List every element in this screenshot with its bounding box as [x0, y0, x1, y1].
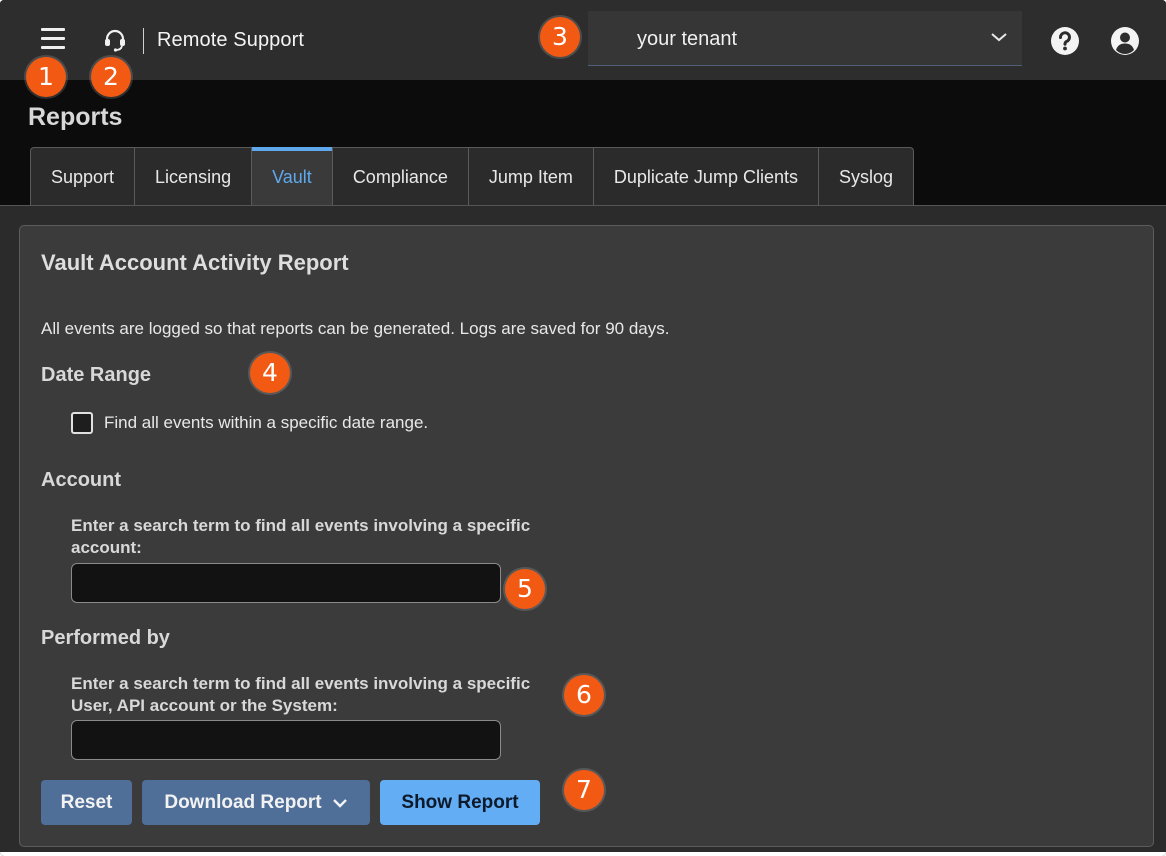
performed-by-search-input[interactable]: [71, 720, 501, 760]
callout-marker-1: 1: [26, 57, 66, 97]
callout-marker-7: 7: [564, 770, 604, 810]
tab-syslog[interactable]: Syslog: [819, 148, 913, 206]
report-panel: Vault Account Activity Report All events…: [19, 225, 1154, 847]
callout-marker-4: 4: [250, 353, 290, 393]
tab-support[interactable]: Support: [31, 148, 136, 206]
download-report-label: Download Report: [164, 791, 322, 813]
callout-marker-6: 6: [564, 675, 604, 715]
tenant-select[interactable]: your tenant: [588, 11, 1022, 66]
tab-duplicate-jump-clients[interactable]: Duplicate Jump Clients: [594, 148, 819, 206]
callout-marker-5: 5: [505, 569, 545, 609]
callout-marker-3: 3: [540, 17, 580, 57]
show-report-label: Show Report: [401, 791, 519, 813]
tab-licensing[interactable]: Licensing: [135, 148, 253, 206]
tenant-value: your tenant: [637, 28, 738, 50]
page-title: Reports: [28, 103, 123, 131]
app-title: Remote Support: [157, 29, 305, 51]
date-range-checkbox[interactable]: [71, 412, 93, 434]
account-heading: Account: [41, 469, 121, 491]
date-range-checkbox-label: Find all events within a specific date r…: [104, 413, 429, 432]
date-range-heading: Date Range: [41, 364, 152, 386]
reset-button-label: Reset: [60, 791, 113, 813]
top-bar: Remote Support your tenant: [0, 0, 1166, 80]
panel-title: Vault Account Activity Report: [41, 250, 349, 275]
report-description: All events are logged so that reports ca…: [41, 319, 670, 338]
help-icon[interactable]: [1050, 26, 1080, 56]
tab-compliance[interactable]: Compliance: [333, 148, 469, 206]
reset-button[interactable]: Reset: [41, 780, 132, 825]
performed-by-heading: Performed by: [41, 627, 170, 649]
user-icon[interactable]: [1110, 26, 1140, 56]
chevron-down-icon: [332, 798, 347, 808]
headset-icon: [105, 29, 125, 52]
window-bottom-edge: [0, 852, 1166, 856]
callout-marker-2: 2: [91, 57, 131, 97]
report-tabs: Support Licensing Vault Compliance Jump …: [30, 147, 914, 206]
show-report-button[interactable]: Show Report: [380, 780, 540, 825]
header-divider: [143, 28, 144, 54]
account-search-input[interactable]: [71, 563, 501, 603]
performed-by-field-label: Enter a search term to find all events i…: [71, 674, 531, 715]
tab-jump-item[interactable]: Jump Item: [469, 148, 594, 206]
download-report-button[interactable]: Download Report: [142, 780, 370, 825]
app-window: Remote Support your tenant Reports Suppo…: [0, 0, 1166, 856]
tab-vault[interactable]: Vault: [252, 147, 333, 206]
account-field-label: Enter a search term to find all events i…: [71, 516, 531, 557]
chevron-down-icon: [991, 33, 1007, 42]
menu-icon[interactable]: [38, 28, 68, 54]
